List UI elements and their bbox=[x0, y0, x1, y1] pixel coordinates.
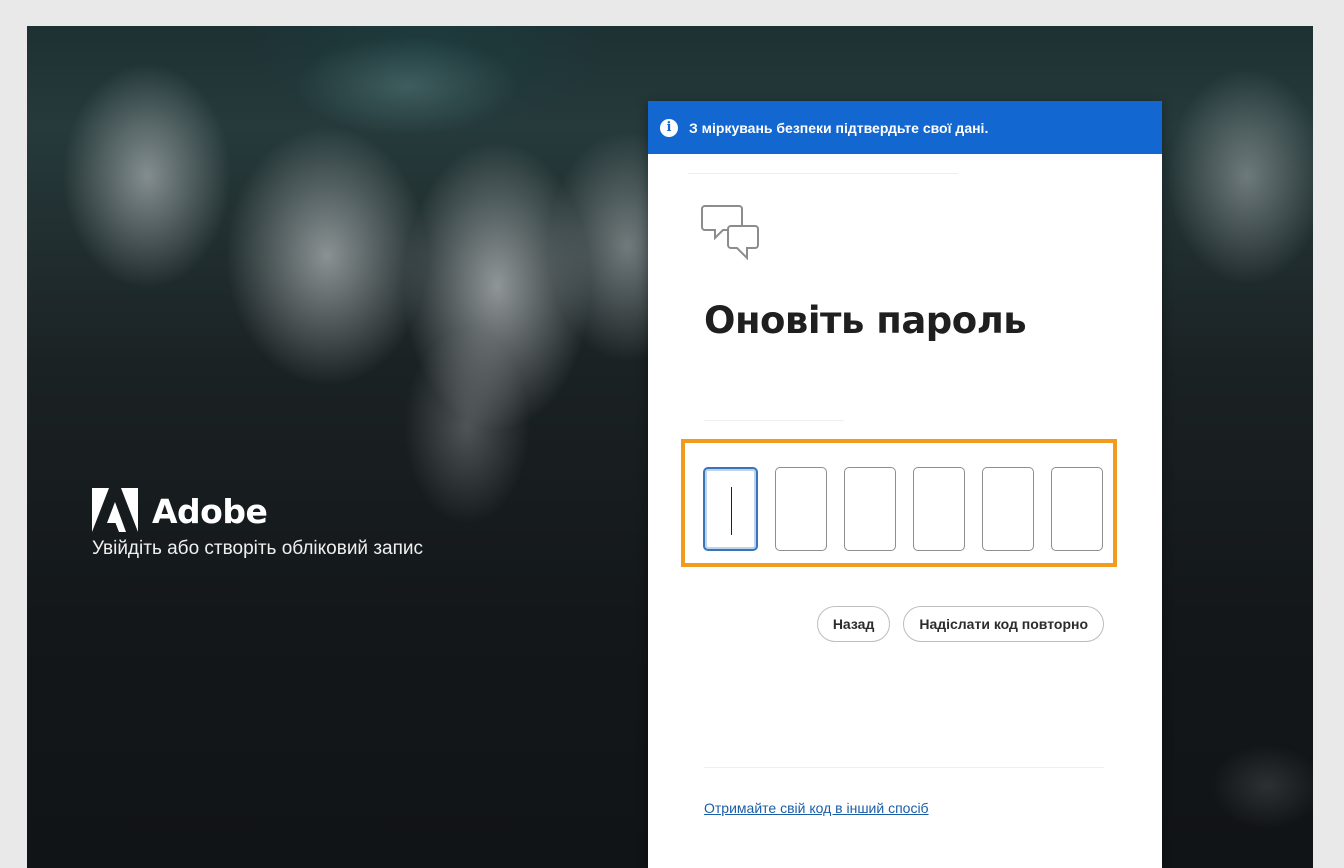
brand-block: Adobe Увійдіть або створіть обліковий за… bbox=[92, 488, 423, 560]
code-digit-3[interactable] bbox=[844, 467, 896, 551]
page-title: Оновіть пароль bbox=[704, 299, 1027, 342]
resend-code-button[interactable]: Надіслати код повторно bbox=[903, 606, 1104, 642]
info-icon: i bbox=[660, 118, 678, 137]
brand-name: Adobe bbox=[152, 491, 268, 531]
brand-tagline: Увійдіть або створіть обліковий запис bbox=[92, 538, 424, 559]
code-digit-1[interactable] bbox=[703, 467, 758, 551]
security-notice-banner: i З міркувань безпеки підтвердьте свої д… bbox=[648, 101, 1162, 154]
text-caret bbox=[731, 487, 732, 535]
code-digit-2[interactable] bbox=[775, 467, 827, 551]
verification-code-input[interactable] bbox=[703, 467, 1103, 551]
back-button[interactable]: Назад bbox=[816, 606, 891, 642]
alternative-code-link[interactable]: Отримайте свій код в інший спосіб bbox=[704, 800, 929, 816]
security-notice-text: З міркувань безпеки підтвердьте свої дан… bbox=[689, 119, 989, 136]
dialog-actions: Назад Надіслати код повторно bbox=[816, 606, 1104, 642]
code-digit-5[interactable] bbox=[982, 467, 1034, 551]
adobe-logo-icon bbox=[92, 488, 138, 532]
code-digit-4[interactable] bbox=[913, 467, 965, 551]
divider bbox=[704, 767, 1104, 768]
code-digit-6[interactable] bbox=[1051, 467, 1103, 551]
divider bbox=[704, 420, 844, 421]
divider bbox=[688, 173, 958, 174]
verification-dialog: i З міркувань безпеки підтвердьте свої д… bbox=[648, 101, 1162, 868]
chat-bubbles-icon bbox=[701, 205, 759, 261]
